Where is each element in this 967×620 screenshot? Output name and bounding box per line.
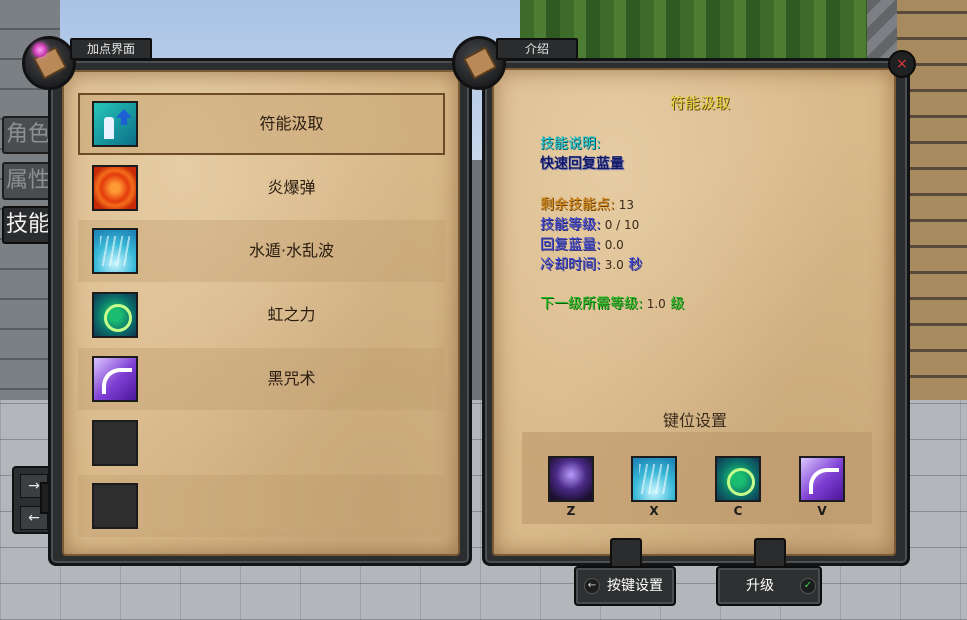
empty-skill-row bbox=[78, 475, 445, 537]
skill-name: 水遁·水乱波 bbox=[248, 241, 335, 260]
keybind-key-v: V bbox=[817, 504, 827, 518]
skill-row[interactable]: 炎爆弹 bbox=[78, 157, 445, 219]
upgrade-label: 升级 bbox=[746, 578, 774, 594]
next-level-value: 1.0 bbox=[646, 297, 666, 311]
rainbow-power-icon bbox=[92, 292, 138, 338]
description-text: 快速回复蓝量 bbox=[540, 156, 624, 172]
skill-name: 符能汲取 bbox=[259, 114, 324, 133]
skill-row[interactable]: 虹之力 bbox=[78, 284, 445, 346]
keybind-key-c: C bbox=[733, 504, 743, 518]
next-level-label: 下一级所需等级: bbox=[540, 296, 643, 312]
right-panel-title: 介绍 bbox=[496, 38, 578, 60]
cooldown-label: 冷却时间: bbox=[540, 257, 601, 273]
next-level-line: 下一级所需等级: 1.0 级 bbox=[540, 293, 684, 313]
mana-regen-value: 0.0 bbox=[604, 238, 624, 252]
mana-regen-line: 回复蓝量: 0.0 bbox=[540, 234, 624, 254]
skill-row[interactable]: 水遁·水乱波 bbox=[78, 220, 445, 282]
skill-points-value: 13 bbox=[618, 198, 634, 212]
skill-level-value: 0 / 10 bbox=[604, 218, 640, 232]
skill-name: 炎爆弹 bbox=[267, 178, 316, 197]
skill-row[interactable]: 符能汲取 bbox=[78, 93, 445, 155]
skill-level-label: 技能等级: bbox=[540, 217, 601, 233]
empty-skill-row bbox=[78, 412, 445, 474]
skill-detail-title: 符能汲取 bbox=[669, 94, 730, 112]
skill-name: 黑咒术 bbox=[267, 369, 316, 388]
fireball-icon bbox=[92, 165, 138, 211]
skill-name: 虹之力 bbox=[267, 305, 316, 324]
keybind-key-z: Z bbox=[566, 504, 576, 518]
skill-points-label: 剩余技能点: bbox=[540, 197, 615, 213]
skill-level-line: 技能等级: 0 / 10 bbox=[540, 214, 639, 234]
side-tab-character[interactable]: 角色 bbox=[2, 116, 54, 154]
water-wave-icon[interactable] bbox=[631, 456, 677, 502]
cooldown-unit: 秒 bbox=[628, 257, 643, 273]
dark-curse-icon[interactable] bbox=[799, 456, 845, 502]
rainbow-power-icon[interactable] bbox=[715, 456, 761, 502]
keybind-title: 键位设置 bbox=[662, 411, 727, 430]
side-tab-skills[interactable]: 技能 bbox=[2, 206, 54, 244]
keybind-settings-button[interactable]: ← 按键设置 bbox=[574, 566, 676, 606]
close-button[interactable]: × bbox=[888, 50, 916, 78]
keybind-key-x: X bbox=[649, 504, 659, 518]
upgrade-button[interactable]: 升级 ✓ bbox=[716, 566, 822, 606]
check-icon: ✓ bbox=[800, 578, 816, 594]
button-connector bbox=[754, 538, 786, 568]
water-wave-icon bbox=[92, 228, 138, 274]
description-label: 技能说明: bbox=[540, 136, 601, 152]
cooldown-line: 冷却时间: 3.0 秒 bbox=[540, 254, 642, 274]
energy-drain-icon bbox=[92, 101, 138, 147]
dark-curse-icon bbox=[92, 356, 138, 402]
mana-regen-label: 回复蓝量: bbox=[540, 237, 601, 253]
skill-row[interactable]: 黑咒术 bbox=[78, 348, 445, 410]
side-tab-attributes[interactable]: 属性 bbox=[2, 162, 54, 200]
book-icon bbox=[22, 36, 76, 90]
button-connector bbox=[610, 538, 642, 568]
cooldown-value: 3.0 bbox=[604, 258, 624, 272]
next-level-unit: 级 bbox=[670, 296, 685, 312]
skill-points-line: 剩余技能点: 13 bbox=[540, 194, 634, 214]
dark-orb-icon[interactable] bbox=[548, 456, 594, 502]
empty-slot bbox=[92, 420, 138, 466]
empty-slot bbox=[92, 483, 138, 529]
left-panel-title: 加点界面 bbox=[70, 38, 152, 60]
back-arrow-icon: ← bbox=[584, 578, 600, 594]
